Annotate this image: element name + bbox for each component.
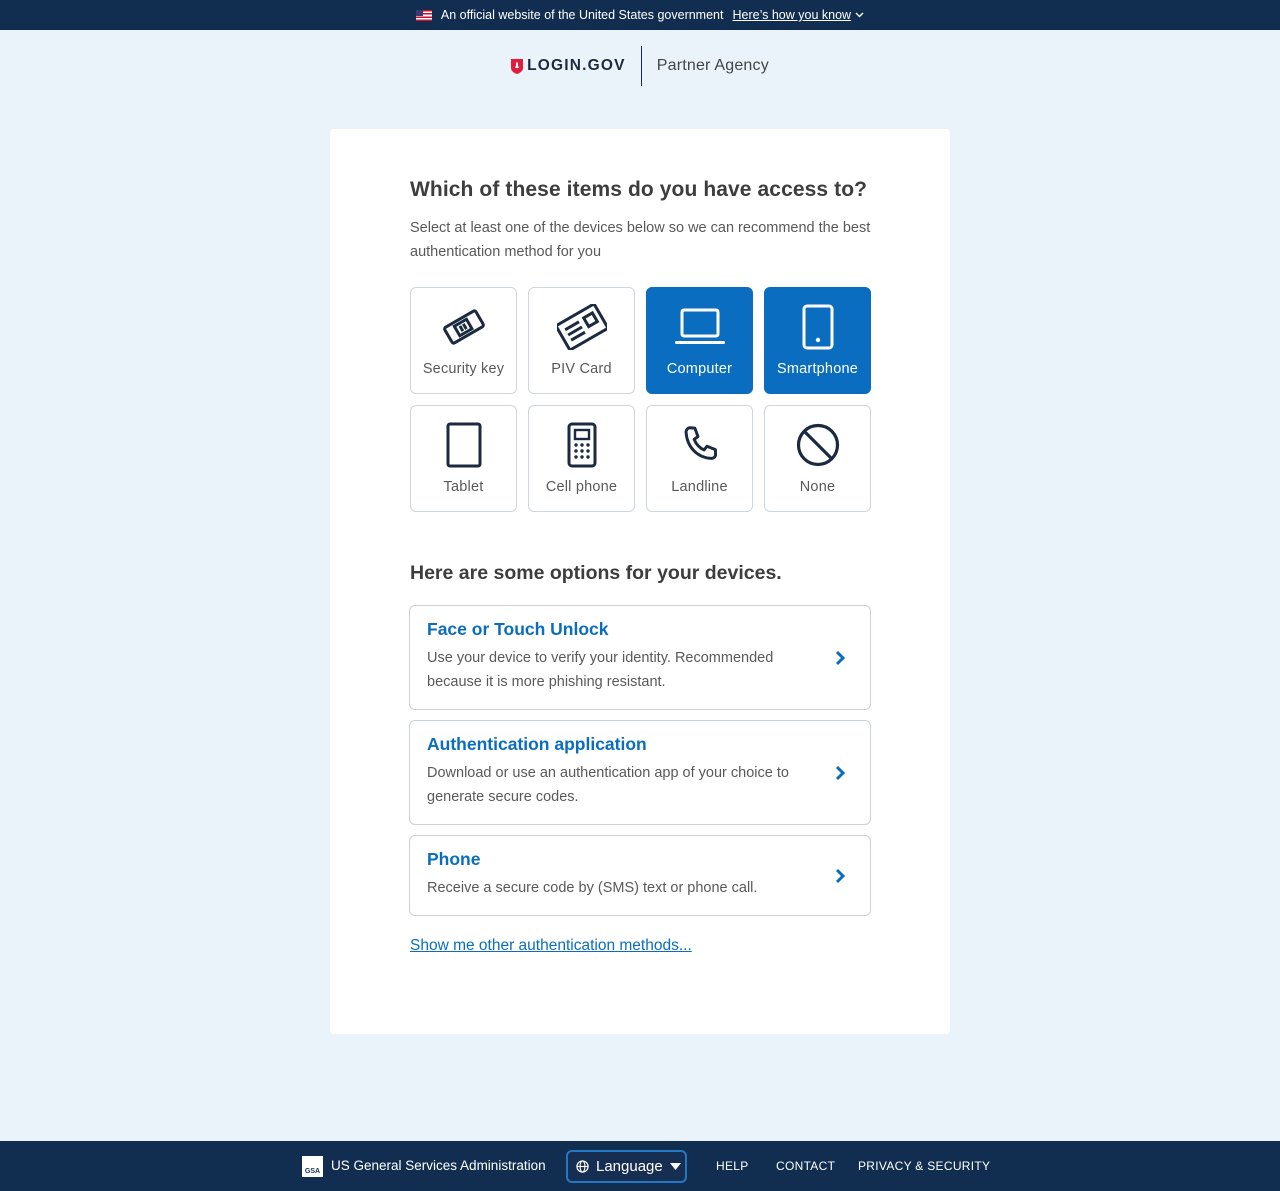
laptop-icon: [674, 308, 725, 344]
options-heading: Here are some options for your devices.: [410, 562, 782, 584]
none-icon: [796, 423, 839, 467]
device-label: Landline: [671, 479, 728, 495]
device-label: Cell phone: [545, 479, 618, 495]
gov-banner: An official website of the United States…: [0, 0, 1280, 30]
how-you-know-label: Here’s how you know: [732, 8, 852, 22]
partner-agency: Partner Agency: [656, 57, 769, 74]
device-computer[interactable]: Computer: [646, 287, 753, 394]
landline-icon: [684, 426, 717, 460]
site-header: LOGIN.GOV Partner Agency: [0, 46, 1280, 86]
option-title: Phone: [427, 849, 481, 869]
device-tablet[interactable]: Tablet: [410, 405, 517, 512]
device-label: Security key: [422, 361, 505, 377]
footer-contact-link[interactable]: CONTACT: [776, 1159, 835, 1173]
gsa-logo-text: GSA: [304, 1168, 321, 1175]
device-smartphone[interactable]: Smartphone: [764, 287, 871, 394]
device-label: PIV Card: [551, 361, 612, 377]
option-title: Authentication application: [427, 734, 647, 754]
chevron-down-icon: [855, 12, 864, 18]
option-phone[interactable]: Phone Receive a secure code by (SMS) tex…: [409, 835, 871, 916]
security-key-icon: [442, 309, 485, 345]
page-title: Which of these items do you have access …: [410, 178, 868, 201]
footer-privacy-link[interactable]: PRIVACY & SECURITY: [858, 1159, 990, 1173]
piv-card-icon: [556, 304, 607, 350]
device-label: Smartphone: [777, 361, 858, 377]
logo-text: LOGIN.GOV: [527, 57, 626, 74]
main-card: Which of these items do you have access …: [330, 129, 950, 1034]
cell-phone-icon: [567, 422, 596, 468]
chevron-right-icon: [830, 866, 850, 886]
how-you-know-link[interactable]: Here’s how you know: [732, 8, 864, 22]
device-none[interactable]: None: [764, 405, 871, 512]
device-landline[interactable]: Landline: [646, 405, 753, 512]
device-piv-card[interactable]: PIV Card: [528, 287, 635, 394]
device-security-key[interactable]: Security key: [410, 287, 517, 394]
gsa-agency-name: US General Services Administration: [331, 1158, 546, 1173]
device-grid: Security key PIV Card Computer Smartphon…: [410, 287, 871, 512]
language-button[interactable]: Language: [566, 1150, 687, 1183]
gsa-logo-icon: GSA: [302, 1156, 323, 1177]
option-description: Use your device to verify your identity.…: [427, 650, 774, 690]
official-site-text: An official website of the United States…: [440, 8, 724, 22]
us-flag-icon: [415, 9, 432, 21]
language-label: Language: [596, 1158, 663, 1175]
chevron-right-icon: [830, 763, 850, 783]
tablet-icon: [446, 422, 481, 468]
globe-icon: [576, 1160, 589, 1173]
shield-icon: [511, 58, 524, 74]
option-title: Face or Touch Unlock: [427, 619, 609, 639]
other-methods-link[interactable]: Show me other authentication methods...: [410, 937, 692, 955]
site-footer: GSA US General Services Administration L…: [0, 1141, 1280, 1191]
chevron-right-icon: [830, 648, 850, 668]
device-label: Tablet: [443, 479, 484, 495]
option-description: Receive a secure code by (SMS) text or p…: [427, 880, 758, 896]
option-face-touch-unlock[interactable]: Face or Touch Unlock Use your device to …: [409, 605, 871, 710]
option-authentication-app[interactable]: Authentication application Download or u…: [409, 720, 871, 825]
device-label: Computer: [666, 361, 733, 377]
page-lead: Select at least one of the devices below…: [410, 220, 871, 260]
footer-help-link[interactable]: HELP: [716, 1159, 749, 1173]
device-cell-phone[interactable]: Cell phone: [528, 405, 635, 512]
caret-down-icon: [669, 1163, 681, 1170]
device-label: None: [799, 479, 836, 495]
login-gov-logo[interactable]: LOGIN.GOV: [511, 57, 641, 75]
smartphone-icon: [802, 304, 833, 350]
option-description: Download or use an authentication app of…: [427, 765, 789, 805]
